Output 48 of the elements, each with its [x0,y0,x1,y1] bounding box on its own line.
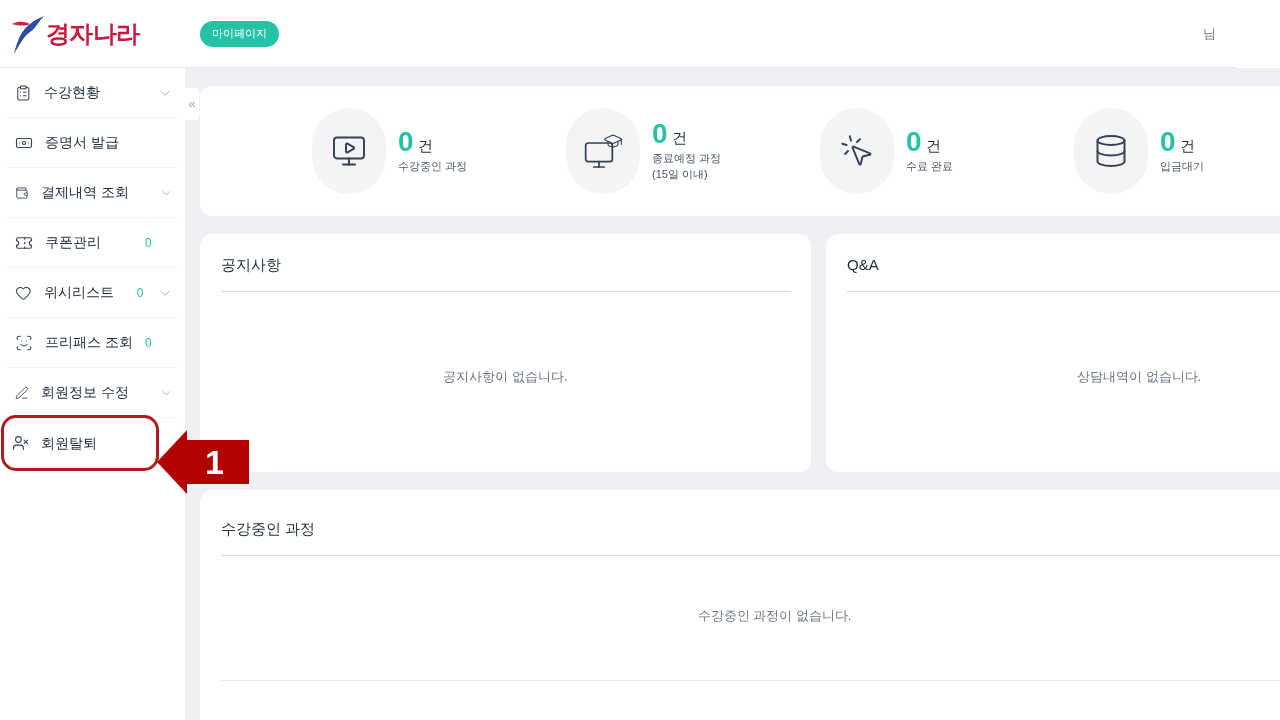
menu-label: 수강현황 [43,83,101,102]
chevron-icon [161,189,170,196]
stat-value: 0 [398,128,414,157]
stat-value: 0 [906,128,922,157]
menu-icon [15,333,33,352]
sidebar-item[interactable]: 증명서 발급 [7,118,178,168]
user-name: 님 [1203,24,1216,43]
menu-label: 결제내역 조회 [40,183,129,202]
stat-unit: 건 [671,128,687,149]
logo-text: 경자나라 [46,17,140,50]
sidebar-item[interactable]: 프리패스 조회 0 [7,318,178,368]
panel-title: 수강중인 과정 [221,518,1280,556]
menu-icon [15,83,32,102]
menu-count: 0 [145,334,153,352]
menu-label: 쿠폰관리 [45,233,102,252]
chevron-icon [159,289,170,296]
menu-label: 프리패스 조회 [45,333,133,352]
stat-label: 입금대기 [1160,158,1204,174]
menu-icon [12,434,30,452]
menu-count: 0 [136,284,145,302]
menu-label: 위시리스트 [43,283,115,302]
stat-label: 종료예정 과정 [652,150,722,166]
menu-label: 증명서 발급 [45,133,120,152]
sidebar-item[interactable]: 쿠폰관리 0 [7,218,178,268]
sidebar-item[interactable]: 회원정보 수정 [7,368,178,418]
sidebar-item[interactable]: 위시리스트 0 [7,268,178,318]
panel-title: 공지사항 [221,254,790,292]
menu-label: 회원정보 수정 [40,383,129,402]
stat-unit: 건 [925,136,941,157]
empty-message: 수강중인 과정이 없습니다. [221,605,1280,681]
chevron-icon [161,389,170,396]
menu-label: 회원탈퇴 [41,433,99,453]
stat-unit: 건 [1179,136,1195,157]
panel-title: Q&A [847,254,1280,292]
sidebar-item[interactable]: 회원탈퇴 [4,418,156,468]
stat-unit: 건 [417,136,433,157]
chevron-icon [159,89,170,96]
stat-value: 0 [652,120,668,149]
callout-number: 1 [205,445,224,479]
stat-label: 수료 완료 [906,158,954,174]
sidebar-item[interactable]: 결제내역 조회 [7,168,178,218]
sidebar-item[interactable]: 수강현황 [7,68,178,118]
stat-value: 0 [1160,128,1176,157]
stat-label: (15일 이내) [652,166,709,182]
empty-message: 공지사항이 없습니다. [442,367,569,386]
menu-count: 0 [145,234,153,252]
empty-message: 상담내역이 없습니다. [1076,367,1203,386]
stat-label: 수강중인 과정 [398,158,468,174]
